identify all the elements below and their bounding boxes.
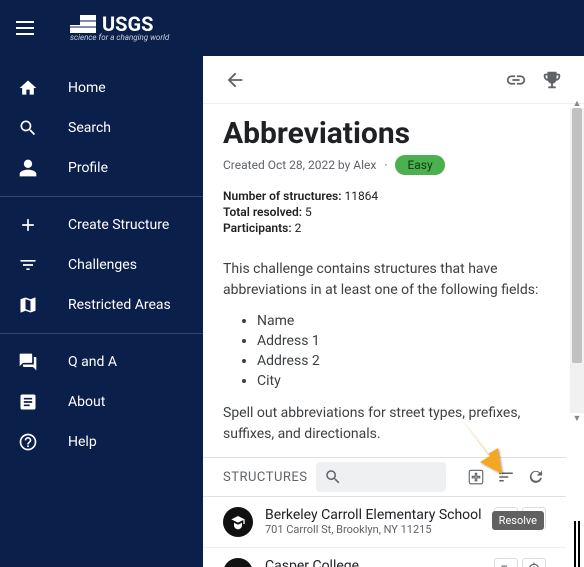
stat-structures-label: Number of structures:	[223, 189, 341, 203]
nav-qa[interactable]: Q and A	[0, 342, 203, 382]
nav-profile-label: Profile	[68, 160, 108, 176]
resolve-tooltip: Resolve	[492, 511, 544, 530]
difficulty-badge: Easy	[395, 155, 444, 175]
structure-title: Berkeley Carroll Elementary School	[265, 507, 482, 523]
help-icon	[18, 432, 38, 452]
resize-handle[interactable]	[574, 521, 584, 567]
back-button[interactable]	[217, 62, 253, 98]
usgs-flag-icon	[70, 15, 96, 33]
topbar: USGS science for a changing world	[0, 0, 584, 56]
link-icon	[505, 69, 527, 91]
person-icon	[18, 158, 38, 178]
sort-icon	[497, 468, 515, 486]
school-icon	[230, 514, 246, 530]
nav-search-label: Search	[68, 120, 111, 136]
stats-block: Number of structures: 11864 Total resolv…	[223, 189, 546, 235]
refresh-icon	[527, 468, 545, 486]
chat-icon	[18, 352, 38, 372]
structures-heading: STRUCTURES	[207, 470, 308, 485]
nav-home[interactable]: Home	[0, 68, 203, 108]
main-panel: ▲ ▼ Abbreviations Created Oct 28, 2022 b…	[203, 56, 584, 567]
nav-home-label: Home	[68, 80, 106, 96]
arrow-left-icon	[224, 69, 246, 91]
add-box-icon	[467, 468, 485, 486]
resolve-icon	[499, 562, 513, 567]
link-button[interactable]	[498, 62, 534, 98]
resolve-button[interactable]	[494, 558, 518, 567]
field-item: Address 2	[257, 353, 546, 369]
content-header	[203, 56, 584, 104]
divider	[0, 196, 203, 197]
menu-icon[interactable]	[16, 16, 40, 40]
search-icon	[324, 468, 342, 486]
nav-challenges[interactable]: Challenges	[0, 245, 203, 285]
locate-button[interactable]	[522, 558, 546, 567]
nav-help[interactable]: Help	[0, 422, 203, 462]
nav-qa-label: Q and A	[68, 354, 117, 370]
content-scroll[interactable]: Abbreviations Created Oct 28, 2022 by Al…	[203, 104, 566, 567]
nav-restricted-label: Restricted Areas	[68, 297, 171, 313]
crosshair-icon	[527, 562, 541, 567]
structure-avatar	[223, 558, 253, 567]
structure-address: 701 Carroll St, Brooklyn, NY 11215	[265, 523, 482, 536]
created-text: Created Oct 28, 2022 by Alex	[223, 158, 376, 172]
stat-resolved-value: 5	[305, 205, 312, 219]
nav-create-label: Create Structure	[68, 217, 169, 233]
nav-profile[interactable]: Profile	[0, 148, 203, 188]
scroll-down-arrow[interactable]: ▼	[572, 413, 582, 423]
plus-icon	[18, 215, 38, 235]
structures-toolbar: STRUCTURES	[203, 457, 566, 497]
scroll-up-arrow[interactable]: ▲	[572, 98, 582, 108]
scrollbar[interactable]: ▲ ▼	[570, 108, 584, 413]
logo[interactable]: USGS science for a changing world	[70, 14, 169, 42]
map-icon	[18, 295, 38, 315]
field-item: City	[257, 373, 546, 389]
scrollbar-thumb[interactable]	[572, 108, 582, 363]
page-title: Abbreviations	[223, 116, 546, 151]
sidebar: Home Search Profile Create Structure Cha…	[0, 56, 203, 567]
stat-participants-value: 2	[295, 221, 302, 235]
stat-participants-label: Participants:	[223, 221, 292, 235]
refresh-button[interactable]	[522, 463, 550, 491]
nav-about[interactable]: About	[0, 382, 203, 422]
description-2: Spell out abbreviations for street types…	[223, 403, 546, 445]
logo-text: USGS	[102, 14, 153, 34]
field-item: Name	[257, 313, 546, 329]
nav-help-label: Help	[68, 434, 97, 450]
nav-create[interactable]: Create Structure	[0, 205, 203, 245]
structures-search[interactable]	[316, 462, 446, 492]
structure-avatar	[223, 507, 253, 537]
filter-icon	[18, 255, 38, 275]
home-icon	[18, 78, 38, 98]
logo-tagline: science for a changing world	[70, 34, 169, 42]
page-meta: Created Oct 28, 2022 by Alex · Easy	[223, 155, 546, 175]
nav-restricted[interactable]: Restricted Areas	[0, 285, 203, 325]
stat-structures-value: 11864	[344, 189, 378, 203]
structure-item[interactable]: Casper College 125 College Dr, Casper, W…	[203, 548, 566, 567]
meta-dot: ·	[384, 158, 387, 172]
structure-title: Casper College	[265, 558, 482, 567]
nav-challenges-label: Challenges	[68, 257, 137, 273]
divider	[0, 333, 203, 334]
search-icon	[18, 118, 38, 138]
description-1: This challenge contains structures that …	[223, 259, 546, 301]
nav-search[interactable]: Search	[0, 108, 203, 148]
field-item: Address 1	[257, 333, 546, 349]
article-icon	[18, 392, 38, 412]
stat-resolved-label: Total resolved:	[223, 205, 302, 219]
field-list: Name Address 1 Address 2 City	[257, 313, 546, 389]
nav-about-label: About	[68, 394, 105, 410]
add-button[interactable]	[462, 463, 490, 491]
trophy-button[interactable]	[534, 62, 570, 98]
trophy-icon	[541, 69, 563, 91]
sort-button[interactable]	[492, 463, 520, 491]
